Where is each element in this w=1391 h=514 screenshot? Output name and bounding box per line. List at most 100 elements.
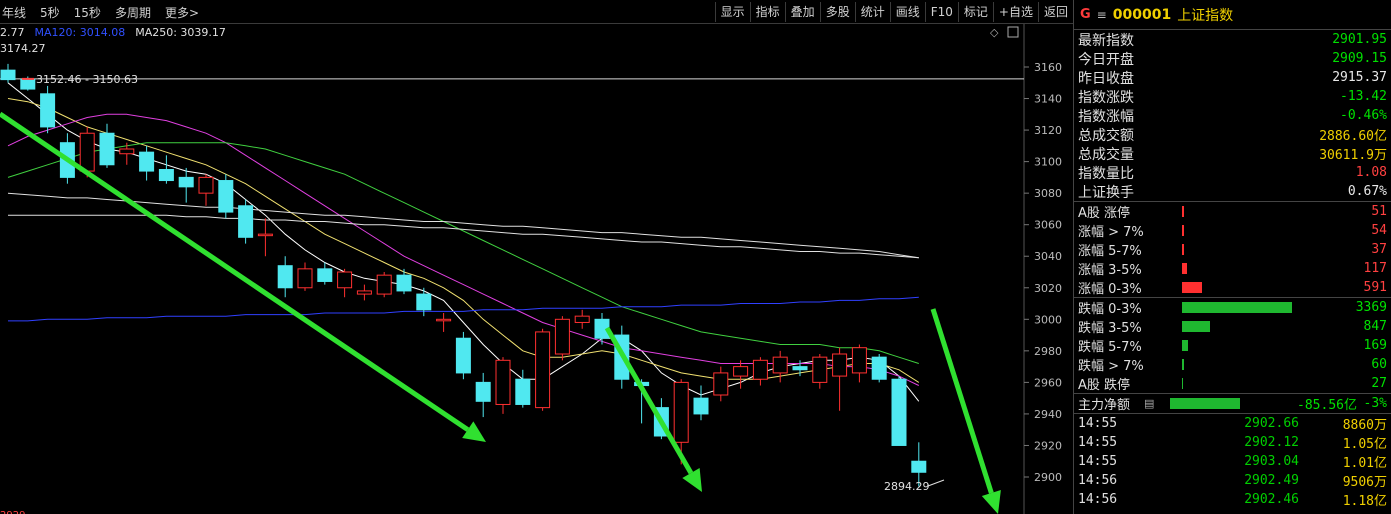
quote-row: 指数量比 1.08 bbox=[1074, 163, 1391, 182]
candle-body[interactable] bbox=[554, 318, 570, 355]
tick-volume: 1.18亿 bbox=[1342, 494, 1387, 509]
main-flow-value: -85.56亿 bbox=[1297, 398, 1357, 413]
candle-body[interactable] bbox=[277, 265, 293, 289]
candle-body[interactable] bbox=[376, 274, 392, 295]
candle-body[interactable] bbox=[475, 381, 491, 402]
stock-code: 000001 bbox=[1112, 6, 1172, 23]
candle-body[interactable] bbox=[812, 356, 828, 383]
candle-body[interactable] bbox=[20, 79, 36, 90]
candle-body[interactable] bbox=[218, 180, 234, 213]
quote-list: 最新指数 2901.95 今日开盘 2909.15 昨日收盘 2915.37 指数涨跌 -13… bbox=[1074, 30, 1391, 201]
toolbar-button-1[interactable]: 指标 bbox=[749, 2, 785, 22]
candle-body[interactable] bbox=[574, 315, 590, 323]
candle-body[interactable] bbox=[851, 347, 867, 374]
toolbar-button-6[interactable]: F10 bbox=[924, 2, 958, 22]
arrow-head bbox=[462, 421, 486, 442]
quote-row: 总成交额 2886.60亿 bbox=[1074, 125, 1391, 145]
breadth-row: 跌幅 5-7% 169 bbox=[1074, 336, 1391, 355]
candle-body[interactable] bbox=[693, 397, 709, 415]
period-tab-2[interactable]: 15秒 bbox=[72, 4, 103, 21]
candle-body[interactable] bbox=[40, 93, 56, 128]
toolbar-button-9[interactable]: 返回 bbox=[1037, 2, 1073, 22]
quote-label: 总成交量 bbox=[1078, 146, 1134, 163]
y-tick-label: 2920 bbox=[1034, 439, 1062, 452]
group-badge[interactable]: G bbox=[1080, 7, 1091, 22]
candle-body[interactable] bbox=[99, 132, 115, 166]
candle-body[interactable] bbox=[317, 268, 333, 282]
toolbar-button-2[interactable]: 叠加 bbox=[784, 2, 820, 22]
toolbar-button-3[interactable]: 多股 bbox=[819, 2, 855, 22]
period-tab-4[interactable]: 更多> bbox=[163, 4, 201, 21]
candle-body[interactable] bbox=[436, 318, 452, 322]
breadth-label: 跌幅 0-3% bbox=[1078, 302, 1142, 317]
kline-chart[interactable]: 3160 3140 3120 3100 3080 3060 3040 3020 3000 2980… bbox=[0, 24, 1073, 514]
candle-body[interactable] bbox=[535, 331, 551, 409]
y-tick-label: 3140 bbox=[1034, 93, 1062, 106]
candle-body[interactable] bbox=[673, 381, 689, 443]
breadth-label: 涨幅 3-5% bbox=[1078, 263, 1142, 278]
toolbar-button-8[interactable]: +自选 bbox=[992, 2, 1038, 22]
y-tick-label: 3100 bbox=[1034, 156, 1062, 169]
candle-body[interactable] bbox=[752, 359, 768, 380]
candle-body[interactable] bbox=[416, 293, 432, 311]
candle-body[interactable] bbox=[792, 366, 808, 371]
candle-body[interactable] bbox=[515, 378, 531, 405]
candle-body[interactable] bbox=[139, 151, 155, 172]
arrow-head bbox=[981, 490, 1001, 514]
candle-body[interactable] bbox=[79, 132, 95, 172]
quote-value: 1.08 bbox=[1355, 165, 1387, 180]
quote-row: 昨日收盘 2915.37 bbox=[1074, 68, 1391, 87]
toolbar-button-0[interactable]: 显示 bbox=[714, 2, 750, 22]
candle-body[interactable] bbox=[0, 69, 16, 81]
candle-body[interactable] bbox=[733, 366, 749, 377]
tick-volume: 9506万 bbox=[1342, 475, 1387, 490]
candle-body[interactable] bbox=[495, 359, 511, 405]
tick-price: 2903.04 bbox=[1244, 454, 1299, 469]
candle-body[interactable] bbox=[713, 372, 729, 396]
toolbar-button-5[interactable]: 画线 bbox=[889, 2, 925, 22]
candle-body[interactable] bbox=[455, 337, 471, 374]
candle-body[interactable] bbox=[832, 353, 848, 377]
ma-legend-2: MA250: 3039.17 bbox=[135, 26, 226, 39]
candle-body[interactable] bbox=[119, 148, 135, 155]
quote-value: -0.46% bbox=[1340, 108, 1387, 123]
period-tab-3[interactable]: 多周期 bbox=[113, 4, 153, 21]
candle-body[interactable] bbox=[891, 378, 907, 446]
candle-body[interactable] bbox=[356, 290, 372, 295]
tick-row: 14:56 2902.46 1.18亿 bbox=[1074, 490, 1391, 509]
candle-body[interactable] bbox=[158, 169, 174, 182]
list-icon[interactable]: ▤ bbox=[1144, 397, 1166, 410]
quote-value: 2915.37 bbox=[1332, 70, 1387, 85]
candle-body[interactable] bbox=[871, 356, 887, 380]
period-tab-1[interactable]: 5秒 bbox=[38, 4, 62, 21]
breadth-value: 27 bbox=[1371, 376, 1387, 391]
y-tick-label: 2980 bbox=[1034, 345, 1062, 358]
breadth-bar bbox=[1182, 225, 1184, 236]
toolbar-button-4[interactable]: 统计 bbox=[854, 2, 890, 22]
menu-icon[interactable]: ≡ bbox=[1097, 8, 1107, 22]
quote-panel: G ≡ 000001 上证指数 最新指数 2901.95 今日开盘 2909.15 昨日… bbox=[1073, 0, 1391, 514]
tick-volume: 1.05亿 bbox=[1342, 437, 1387, 452]
tick-price: 2902.66 bbox=[1244, 416, 1299, 431]
candle-body[interactable] bbox=[337, 271, 353, 289]
candle-body[interactable] bbox=[198, 176, 214, 194]
candle-body[interactable] bbox=[257, 233, 273, 237]
toolbar-button-7[interactable]: 标记 bbox=[957, 2, 993, 22]
candle-body[interactable] bbox=[178, 176, 194, 188]
y-tick-label: 3060 bbox=[1034, 219, 1062, 232]
tick-volume: 8860万 bbox=[1342, 418, 1387, 433]
window-icon[interactable] bbox=[1007, 26, 1019, 38]
bottom-left-label: 2929 bbox=[0, 510, 25, 514]
candle-body[interactable] bbox=[396, 274, 412, 292]
candle-body[interactable] bbox=[911, 460, 927, 473]
candle-body[interactable] bbox=[238, 205, 254, 238]
diamond-icon[interactable]: ◇ bbox=[990, 26, 999, 39]
quote-label: 指数涨幅 bbox=[1078, 108, 1134, 125]
breadth-value: 54 bbox=[1371, 223, 1387, 238]
quote-row: 上证换手 0.67% bbox=[1074, 182, 1391, 201]
period-tabs: 年线 5秒 15秒 多周期 更多> bbox=[0, 4, 201, 21]
up-breadth-list: A股 涨停 51 涨幅 > 7% 54 涨幅 5-7% 37 涨幅 3-5% 117 涨幅 0-… bbox=[1074, 202, 1391, 297]
period-tab-0[interactable]: 年线 bbox=[0, 4, 28, 21]
candle-body[interactable] bbox=[297, 268, 313, 289]
candle-body[interactable] bbox=[772, 356, 788, 374]
